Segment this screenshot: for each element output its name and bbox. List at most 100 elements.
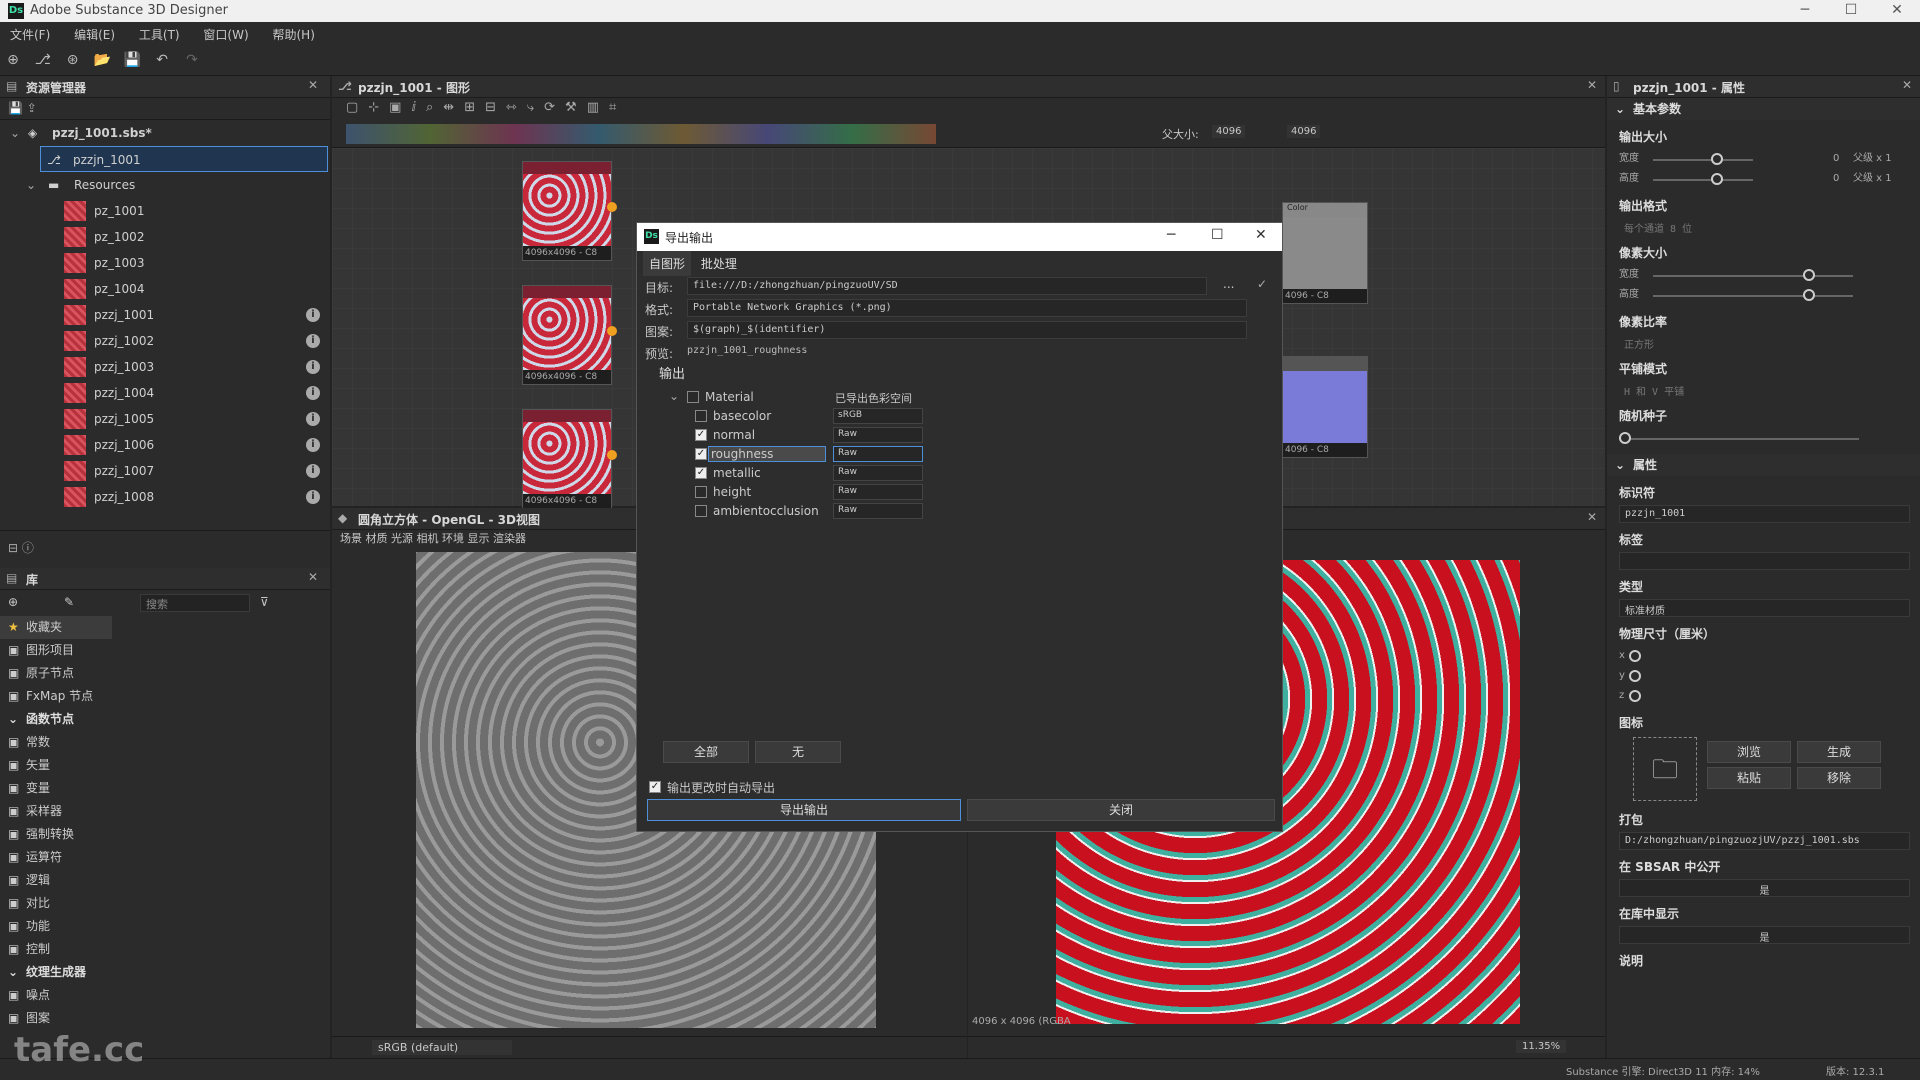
size-w-select[interactable]: 4096 [1212, 125, 1246, 138]
save-icon[interactable]: 💾 [123, 51, 141, 69]
zoom-field[interactable]: 11.35% [1516, 1040, 1567, 1053]
graph-item[interactable]: ⎇ pzzjn_1001 [40, 146, 328, 172]
resource-item[interactable]: pzzj_1003 i [0, 354, 330, 380]
library-item[interactable]: ▣ 功能 [0, 915, 112, 938]
pixel-height-slider[interactable] [1653, 295, 1853, 297]
type-field[interactable]: 标准材质 [1619, 599, 1910, 617]
close-button[interactable]: 关闭 [967, 799, 1275, 821]
resource-item[interactable]: pzzj_1002 i [0, 328, 330, 354]
sbsar-field[interactable]: 是 [1619, 879, 1910, 897]
output-node[interactable]: Color 4096 - C8 [1282, 202, 1368, 304]
resource-item[interactable]: pz_1004 [0, 276, 330, 302]
minimize-icon[interactable]: ─ [1790, 2, 1820, 18]
tab-renderer[interactable]: 渲染器 [493, 532, 526, 545]
pattern-field[interactable]: $(graph)_$(identifier) [687, 321, 1247, 339]
export-button[interactable]: 导出输出 [647, 799, 961, 821]
format-select[interactable]: Portable Network Graphics (*.png) [687, 299, 1247, 317]
slider-knob[interactable] [1629, 670, 1641, 682]
tab-environment[interactable]: 环境 [442, 532, 464, 545]
panel-close-icon[interactable]: ✕ [1902, 78, 1912, 92]
pencil-icon[interactable]: ✎ [64, 595, 74, 609]
save-package-icon[interactable]: 💾 [8, 101, 23, 115]
library-item[interactable]: ▣ 控制 [0, 938, 112, 961]
select-all-button[interactable]: 全部 [663, 741, 749, 763]
colorspace-select[interactable]: Raw [833, 465, 923, 481]
tab-lights[interactable]: 光源 [391, 532, 413, 545]
resource-item[interactable]: pzzj_1001 i [0, 302, 330, 328]
info-icon[interactable]: i [306, 438, 320, 452]
library-item[interactable]: ★ 收藏夹 [0, 616, 112, 639]
atomic-nodes-bar[interactable] [346, 124, 936, 144]
info-icon[interactable]: i [306, 334, 320, 348]
graph-node[interactable]: 4096x4096 - C8 [522, 161, 617, 261]
colorspace-select[interactable]: Raw [833, 446, 923, 462]
output-checkbox[interactable]: ✓ [695, 448, 707, 460]
auto-export-checkbox[interactable]: ✓ [649, 781, 661, 793]
resource-item[interactable]: pzzj_1006 i [0, 432, 330, 458]
redo-icon[interactable]: ↷ [183, 51, 201, 69]
minimize-icon[interactable]: ─ [1167, 227, 1175, 243]
graph-node[interactable]: 4096x4096 - C8 [522, 409, 617, 509]
output-checkbox[interactable]: ✓ [695, 429, 707, 441]
output-port[interactable] [607, 202, 617, 212]
colorspace-select[interactable]: Raw [833, 427, 923, 443]
slider-knob[interactable] [1803, 269, 1815, 281]
slider-knob[interactable] [1803, 289, 1815, 301]
attributes-section[interactable]: ⌄ 属性 [1607, 454, 1920, 476]
ratio-field[interactable]: 正方形 [1619, 334, 1910, 352]
info-icon[interactable]: i [306, 464, 320, 478]
resource-item[interactable]: pz_1002 [0, 224, 330, 250]
resource-item[interactable]: pz_1001 [0, 198, 330, 224]
in-library-field[interactable]: 是 [1619, 926, 1910, 944]
chevron-down-icon[interactable]: ⌄ [10, 120, 20, 146]
library-item[interactable]: ▣ 噪点 [0, 984, 112, 1007]
panel-close-icon[interactable]: ✕ [1587, 510, 1597, 524]
basic-params-section[interactable]: ⌄ 基本参数 [1607, 98, 1920, 120]
library-item[interactable]: ▣ 对比 [0, 892, 112, 915]
chevron-down-icon[interactable]: ⌄ [26, 172, 36, 198]
library-item[interactable]: ▣ 运算符 [0, 846, 112, 869]
info-icon[interactable]: i [306, 386, 320, 400]
resource-item[interactable]: pzzj_1008 i [0, 484, 330, 510]
new-package-icon[interactable]: ⊛ [64, 51, 82, 69]
panel-close-icon[interactable]: ✕ [1587, 78, 1597, 92]
library-item[interactable]: ▣ 矢量 [0, 754, 112, 777]
resource-item[interactable]: pzzj_1007 i [0, 458, 330, 484]
resource-item[interactable]: pzzj_1004 i [0, 380, 330, 406]
open-folder-icon[interactable]: 📂 [93, 51, 111, 69]
panel-close-icon[interactable]: ✕ [308, 78, 318, 92]
library-item[interactable]: ▣ 图案 [0, 1007, 112, 1030]
tag-field[interactable] [1619, 552, 1910, 570]
pixel-width-slider[interactable] [1653, 275, 1853, 277]
resource-item[interactable]: pz_1003 [0, 250, 330, 276]
target-field[interactable]: file:///D:/zhongzhuan/pingzuoUV/SD [687, 277, 1207, 295]
new-graph-icon[interactable]: ⊕ [4, 51, 22, 69]
chevron-down-icon[interactable]: ⌄ [669, 389, 679, 403]
library-category[interactable]: ⌄ 纹理生成器 [0, 961, 112, 984]
pack-path-field[interactable]: D:/zhongzhuan/pingzuozjUV/pzzj_1001.sbs [1619, 832, 1910, 850]
close-icon[interactable]: ✕ [1882, 2, 1912, 18]
package-item[interactable]: ⌄ ◈ pzzj_1001.sbs* [0, 120, 330, 146]
slider-knob[interactable] [1711, 173, 1723, 185]
browse-button[interactable]: ... [1223, 277, 1234, 291]
tab-from-graph[interactable]: 自图形 [643, 251, 692, 276]
maximize-icon[interactable]: ☐ [1836, 2, 1866, 18]
slider-knob[interactable] [1711, 153, 1723, 165]
hierarchy-icon[interactable]: ⊟ [8, 541, 18, 555]
maximize-icon[interactable]: ☐ [1211, 227, 1224, 243]
folder-icon[interactable]: 🗀 [1633, 737, 1697, 801]
select-none-button[interactable]: 无 [755, 741, 841, 763]
library-item[interactable]: ▣ 采样器 [0, 800, 112, 823]
tab-material[interactable]: 材质 [366, 532, 388, 545]
library-item[interactable]: ▣ 常数 [0, 731, 112, 754]
width-slider[interactable] [1653, 159, 1753, 161]
library-item[interactable]: ▣ 强制转换 [0, 823, 112, 846]
output-checkbox[interactable] [695, 410, 707, 422]
graph-node[interactable]: 4096x4096 - C8 [522, 285, 617, 385]
seed-slider[interactable] [1619, 438, 1859, 440]
info-icon[interactable]: ⓘ [22, 541, 34, 555]
tab-batch[interactable]: 批处理 [695, 251, 743, 276]
library-item[interactable]: ▣ FxMap 节点 [0, 685, 112, 708]
tab-display[interactable]: 显示 [468, 532, 490, 545]
slider-knob[interactable] [1629, 690, 1641, 702]
